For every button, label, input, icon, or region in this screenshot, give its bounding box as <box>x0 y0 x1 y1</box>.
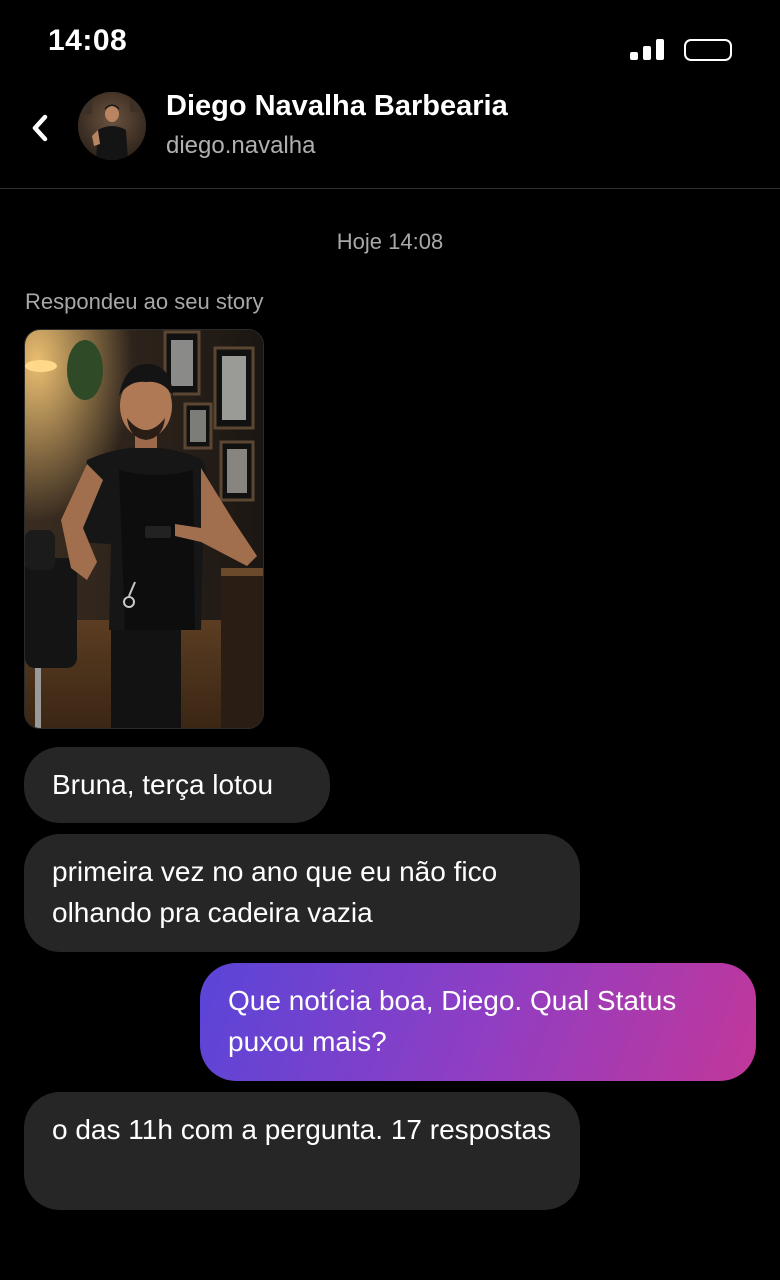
message-bubble-outgoing[interactable]: Que notícia boa, Diego. Qual Status puxo… <box>200 963 756 1081</box>
chat-header: Diego Navalha Barbearia diego.navalha <box>0 80 780 189</box>
message-bubble-incoming[interactable]: primeira vez no ano que eu não fico olha… <box>24 834 580 952</box>
status-bar: 14:08 <box>0 0 780 80</box>
thread-timestamp: Hoje 14:08 <box>336 229 444 254</box>
signal-icon <box>630 38 670 60</box>
status-time: 14:08 <box>48 24 128 57</box>
contact-name[interactable]: Diego Navalha Barbearia <box>166 90 508 123</box>
message-bubble-incoming[interactable]: Bruna, terça lotou <box>24 747 330 823</box>
battery-icon <box>684 39 732 61</box>
story-thumbnail[interactable] <box>24 329 264 729</box>
avatar[interactable] <box>78 92 146 160</box>
chevron-left-icon <box>32 114 48 142</box>
story-reply-label: Respondeu ao seu story <box>25 289 264 314</box>
contact-handle: diego.navalha <box>166 132 316 159</box>
message-bubble-incoming[interactable]: o das 11h com a pergunta. 17 respostas <box>24 1092 580 1210</box>
back-button[interactable] <box>22 108 58 148</box>
